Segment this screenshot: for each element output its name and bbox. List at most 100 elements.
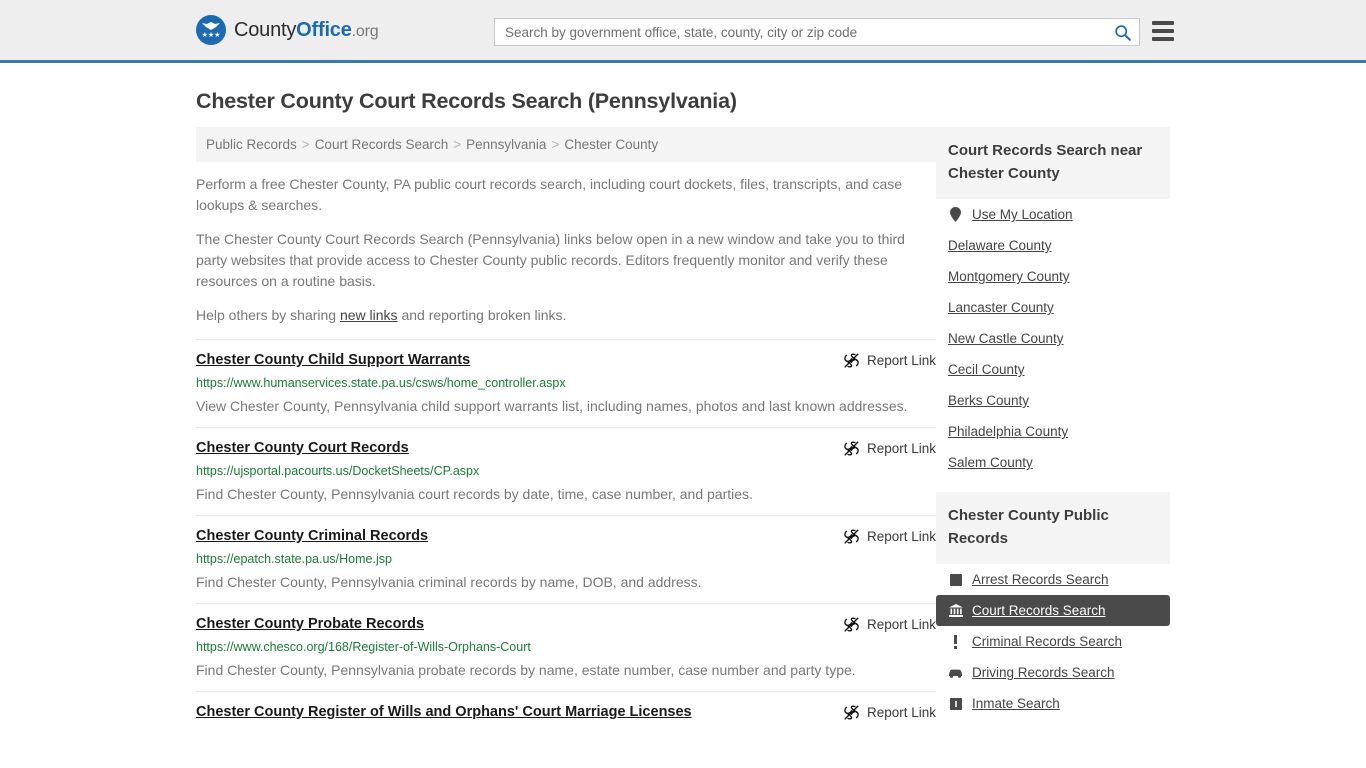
logo-text-part3: .org	[351, 22, 379, 40]
intro-paragraph-3: Help others by sharing new links and rep…	[196, 305, 936, 326]
result-title[interactable]: Chester County Court Records	[196, 439, 409, 458]
sidebar-nearby-heading: Court Records Search near Chester County	[936, 127, 1170, 199]
report-link-button[interactable]: Report Link	[843, 352, 936, 369]
search-icon	[1114, 24, 1131, 41]
sidebar-item-label[interactable]: Montgomery County	[948, 269, 1070, 284]
result-description: Find Chester County, Pennsylvania probat…	[196, 662, 856, 678]
report-link-label: Report Link	[866, 353, 936, 368]
search-input[interactable]	[495, 24, 1105, 40]
sidebar-item-salem-county[interactable]: Salem County	[936, 447, 1170, 478]
hamburger-menu-icon[interactable]	[1152, 21, 1174, 41]
sidebar-item-new-castle-county[interactable]: New Castle County	[936, 323, 1170, 354]
sidebar-item-montgomery-county[interactable]: Montgomery County	[936, 261, 1170, 292]
result-description: Find Chester County, Pennsylvania crimin…	[196, 574, 702, 590]
eagle-emblem-icon: ★★★	[196, 15, 226, 45]
sidebar: Court Records Search near Chester County…	[936, 127, 1170, 733]
report-link-button[interactable]: Report Link	[843, 440, 936, 457]
sidebar-item-driving-records-search[interactable]: Driving Records Search	[936, 657, 1170, 688]
sidebar-item-label[interactable]: Driving Records Search	[972, 665, 1115, 680]
intro-p3-before: Help others by sharing	[196, 307, 340, 323]
broken-link-icon	[844, 353, 859, 368]
page-container: Chester County Court Records Search (Pen…	[0, 89, 1366, 733]
breadcrumb-separator: >	[301, 137, 310, 152]
sidebar-item-cecil-county[interactable]: Cecil County	[936, 354, 1170, 385]
result-item: Chester County Child Support Warrants Re…	[196, 339, 936, 427]
logo-text-part2: Office	[296, 18, 352, 41]
sidebar-item-berks-county[interactable]: Berks County	[936, 385, 1170, 416]
stars-icon: ★★★	[201, 32, 221, 39]
result-title[interactable]: Chester County Child Support Warrants	[196, 351, 470, 370]
sidebar-item-use-my-location[interactable]: Use My Location	[936, 199, 1170, 230]
sidebar-item-arrest-records-search[interactable]: Arrest Records Search	[936, 564, 1170, 595]
sidebar-nearby-box: Court Records Search near Chester County…	[936, 127, 1170, 478]
report-link-label: Report Link	[866, 617, 936, 632]
result-item: Chester County Probate Records Report Li…	[196, 603, 936, 691]
car-icon	[948, 668, 963, 678]
sidebar-item-label[interactable]: Arrest Records Search	[972, 572, 1109, 587]
sidebar-item-lancaster-county[interactable]: Lancaster County	[936, 292, 1170, 323]
search-button[interactable]	[1105, 19, 1139, 45]
sidebar-item-label[interactable]: Salem County	[948, 455, 1033, 470]
broken-link-icon	[844, 529, 859, 544]
eagle-icon	[202, 22, 220, 30]
breadcrumb-separator: >	[551, 137, 560, 152]
jail-icon	[948, 697, 963, 710]
sidebar-public-records-box: Chester County Public Records Arrest Rec…	[936, 492, 1170, 719]
breadcrumb-item-0[interactable]: Public Records	[206, 137, 297, 152]
report-link-button[interactable]: Report Link	[843, 528, 936, 545]
new-links-link[interactable]: new links	[340, 307, 398, 323]
result-item: Chester County Register of Wills and Orp…	[196, 691, 936, 731]
sidebar-item-philadelphia-county[interactable]: Philadelphia County	[936, 416, 1170, 447]
sidebar-item-label[interactable]: New Castle County	[948, 331, 1064, 346]
logo-text: CountyOffice.org	[234, 18, 379, 42]
sidebar-item-label[interactable]: Lancaster County	[948, 300, 1054, 315]
broken-link-icon	[844, 705, 859, 720]
breadcrumb: Public Records > Court Records Search > Penn…	[196, 127, 936, 162]
sidebar-item-criminal-records-search[interactable]: Criminal Records Search	[936, 626, 1170, 657]
site-logo[interactable]: ★★★ CountyOffice.org	[196, 15, 379, 45]
sidebar-item-label[interactable]: Court Records Search	[972, 603, 1106, 618]
sidebar-item-delaware-county[interactable]: Delaware County	[936, 230, 1170, 261]
report-link-label: Report Link	[866, 441, 936, 456]
breadcrumb-separator: >	[453, 137, 462, 152]
intro-text: Perform a free Chester County, PA public…	[196, 174, 936, 326]
report-link-label: Report Link	[866, 529, 936, 544]
map-pin-icon	[948, 207, 963, 222]
broken-link-icon	[844, 441, 859, 456]
courthouse-icon	[948, 604, 963, 617]
sidebar-item-label[interactable]: Use My Location	[972, 207, 1073, 222]
breadcrumb-item-3[interactable]: Chester County	[564, 137, 658, 152]
result-title[interactable]: Chester County Probate Records	[196, 615, 424, 634]
sidebar-item-label[interactable]: Inmate Search	[972, 696, 1060, 711]
result-url: https://www.chesco.org/168/Register-of-W…	[196, 640, 531, 654]
report-link-label: Report Link	[866, 705, 936, 720]
sidebar-item-label[interactable]: Berks County	[948, 393, 1029, 408]
report-link-button[interactable]: Report Link	[843, 704, 936, 721]
result-item: Chester County Court Records Report Link…	[196, 427, 936, 515]
search-bar[interactable]	[494, 18, 1140, 46]
sidebar-item-inmate-search[interactable]: Inmate Search	[936, 688, 1170, 719]
main-content: Public Records > Court Records Search > Penn…	[196, 127, 936, 731]
breadcrumb-item-2[interactable]: Pennsylvania	[466, 137, 546, 152]
result-url: https://www.humanservices.state.pa.us/cs…	[196, 376, 566, 390]
sidebar-item-label[interactable]: Cecil County	[948, 362, 1025, 377]
result-url: https://ujsportal.pacourts.us/DocketShee…	[196, 464, 480, 478]
result-title[interactable]: Chester County Register of Wills and Orp…	[196, 703, 692, 722]
page-title: Chester County Court Records Search (Pen…	[196, 89, 737, 113]
sidebar-public-records-heading: Chester County Public Records	[936, 492, 1170, 564]
logo-text-part1: County	[234, 18, 297, 41]
breadcrumb-item-1[interactable]: Court Records Search	[315, 137, 449, 152]
site-header: ★★★ CountyOffice.org	[0, 0, 1366, 63]
sidebar-item-label[interactable]: Philadelphia County	[948, 424, 1068, 439]
report-link-button[interactable]: Report Link	[843, 616, 936, 633]
sidebar-item-label[interactable]: Delaware County	[948, 238, 1052, 253]
intro-p3-after: and reporting broken links.	[397, 307, 567, 323]
sidebar-nearby-list: Use My Location Delaware County Montgome…	[936, 199, 1170, 478]
intro-paragraph-1: Perform a free Chester County, PA public…	[196, 176, 903, 213]
result-item: Chester County Criminal Records Report L…	[196, 515, 936, 603]
result-title[interactable]: Chester County Criminal Records	[196, 527, 428, 546]
result-url: https://epatch.state.pa.us/Home.jsp	[196, 552, 392, 566]
result-description: View Chester County, Pennsylvania child …	[196, 398, 908, 414]
sidebar-item-court-records-search[interactable]: Court Records Search	[936, 595, 1170, 626]
sidebar-item-label[interactable]: Criminal Records Search	[972, 634, 1122, 649]
